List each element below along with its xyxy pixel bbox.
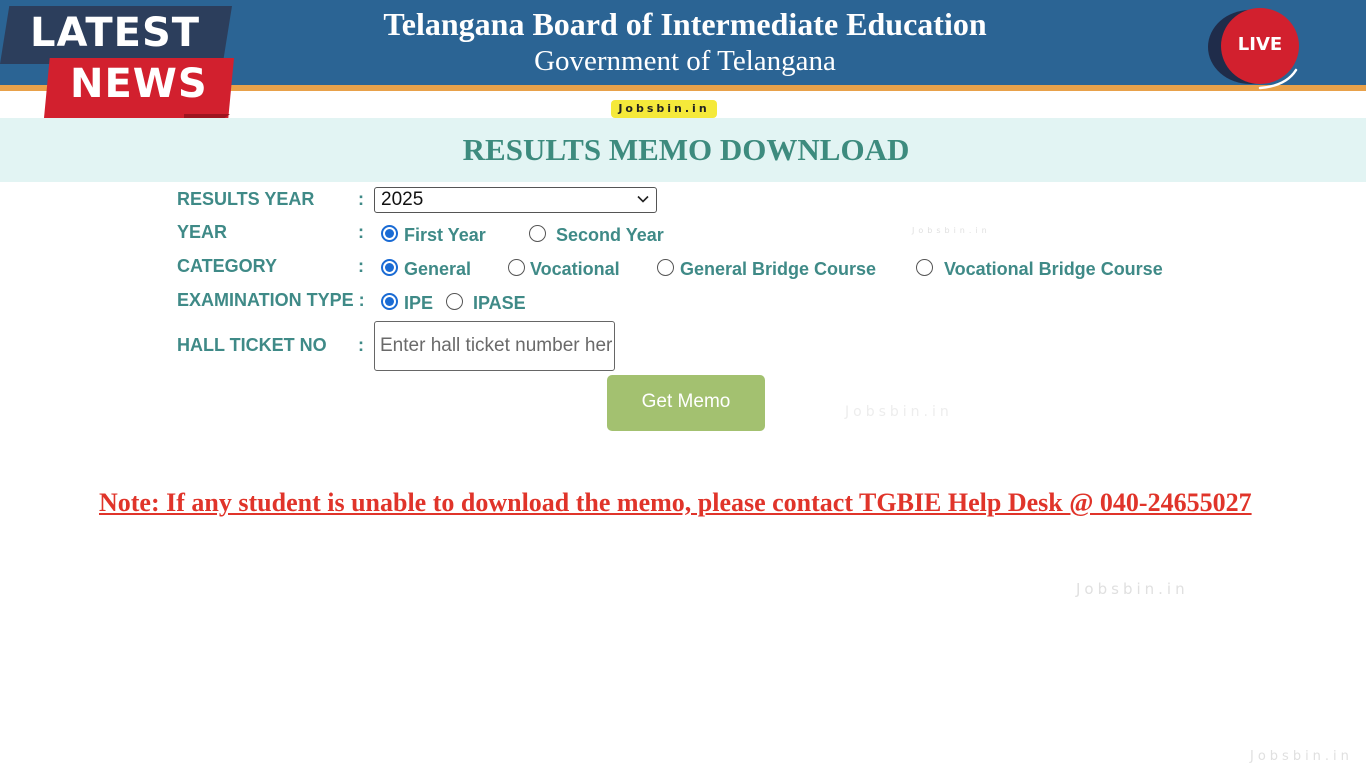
radio-vocational[interactable] bbox=[508, 259, 525, 276]
category-label: CATEGORY bbox=[177, 256, 278, 276]
chevron-down-icon bbox=[637, 195, 649, 203]
radio-vocational-bridge-course[interactable] bbox=[916, 259, 933, 276]
option-ipe[interactable]: IPE bbox=[404, 293, 433, 314]
option-ipase[interactable]: IPASE bbox=[473, 293, 526, 314]
watermark-label: Jobsbin.in bbox=[611, 100, 717, 118]
year-colon: : bbox=[358, 222, 364, 242]
latest-label: LATEST bbox=[30, 10, 201, 56]
get-memo-button[interactable]: Get Memo bbox=[607, 375, 765, 431]
exam-type-label: EXAMINATION TYPE : bbox=[177, 290, 365, 310]
hall-ticket-label: HALL TICKET NO bbox=[177, 335, 327, 355]
live-label: LIVE bbox=[1237, 34, 1283, 55]
option-general[interactable]: General bbox=[404, 259, 471, 280]
results-year-colon: : bbox=[358, 189, 364, 209]
news-label: NEWS bbox=[70, 61, 208, 107]
page-title: RESULTS MEMO DOWNLOAD bbox=[462, 132, 910, 167]
radio-second-year[interactable] bbox=[529, 225, 546, 242]
option-general-bridge-course[interactable]: General Bridge Course bbox=[680, 259, 876, 280]
radio-ipase[interactable] bbox=[446, 293, 463, 310]
radio-general-bridge-course[interactable] bbox=[657, 259, 674, 276]
radio-first-year[interactable] bbox=[381, 225, 398, 242]
year-label: YEAR bbox=[177, 222, 228, 242]
results-year-label: RESULTS YEAR bbox=[177, 189, 315, 209]
live-arc-icon bbox=[1258, 68, 1298, 90]
watermark-faint: Jobsbin.in bbox=[1250, 749, 1353, 764]
watermark-faint: Jobsbin.in bbox=[912, 226, 991, 235]
category-colon: : bbox=[358, 256, 364, 276]
hall-ticket-colon: : bbox=[358, 335, 364, 355]
radio-ipe[interactable] bbox=[381, 293, 398, 310]
helpdesk-note: Note: If any student is unable to downlo… bbox=[99, 488, 1252, 517]
option-first-year[interactable]: First Year bbox=[404, 225, 486, 246]
watermark-faint: Jobsbin.in bbox=[845, 404, 953, 420]
hall-ticket-input[interactable] bbox=[374, 321, 615, 371]
watermark-faint: Jobsbin.in bbox=[1076, 580, 1189, 598]
option-vocational[interactable]: Vocational bbox=[530, 259, 620, 280]
radio-general[interactable] bbox=[381, 259, 398, 276]
results-year-select[interactable]: 2025 bbox=[374, 187, 657, 213]
option-vocational-bridge-course[interactable]: Vocational Bridge Course bbox=[944, 259, 1163, 280]
option-second-year[interactable]: Second Year bbox=[556, 225, 664, 246]
